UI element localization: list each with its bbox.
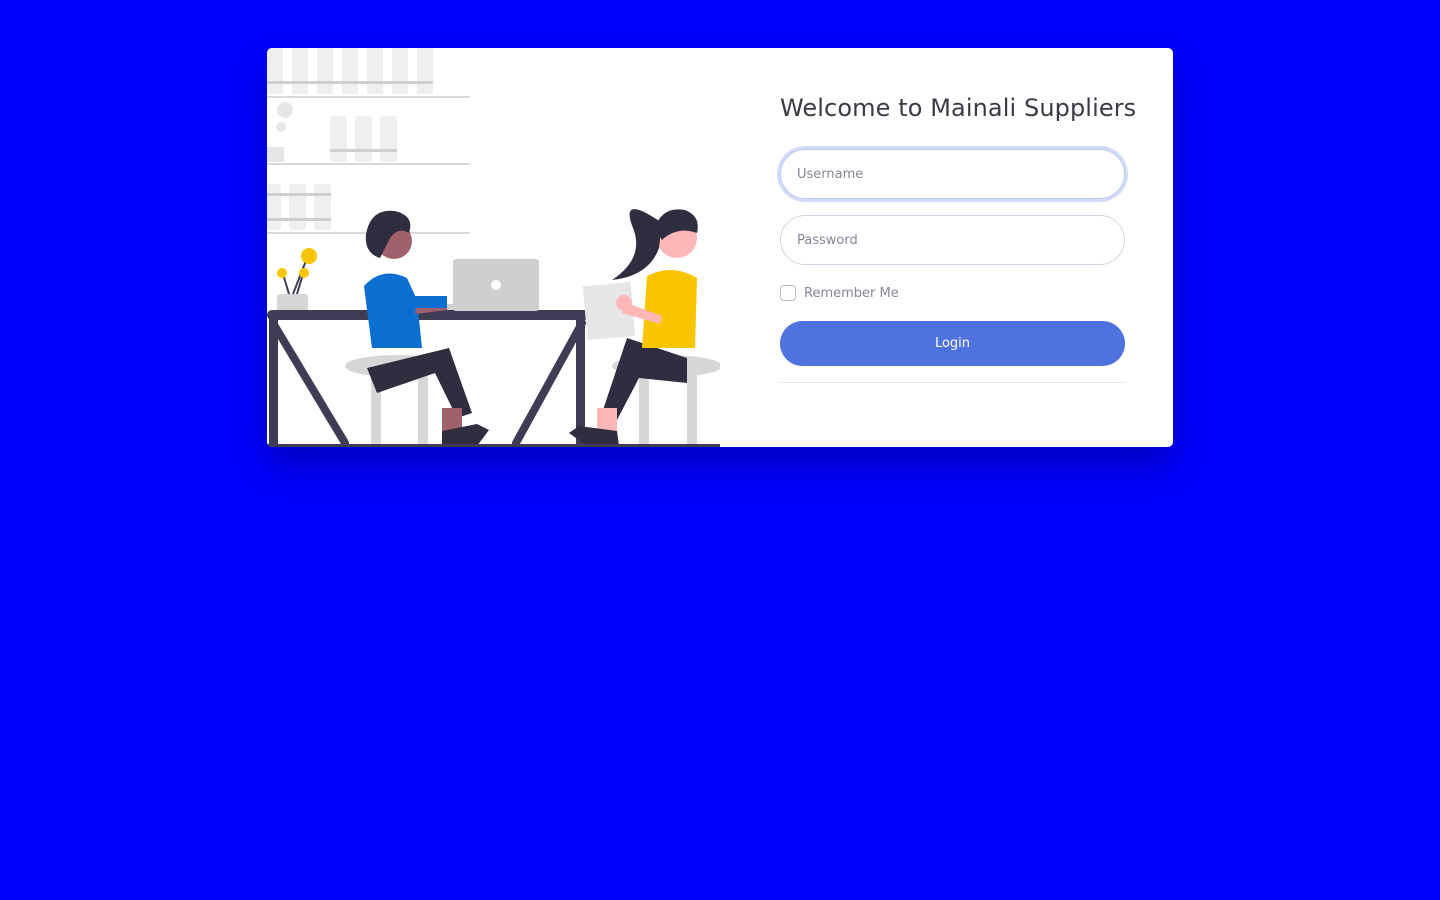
office-illustration: [267, 48, 720, 447]
remember-me-checkbox[interactable]: [780, 285, 796, 301]
login-button[interactable]: Login: [780, 321, 1125, 366]
login-form: Welcome to Mainali Suppliers Remember Me…: [780, 48, 1137, 383]
page-title: Welcome to Mainali Suppliers: [780, 94, 1137, 122]
password-input[interactable]: [780, 215, 1125, 265]
remember-me-label[interactable]: Remember Me: [804, 286, 899, 301]
shelves: [267, 48, 470, 234]
remember-me-row[interactable]: Remember Me: [780, 285, 1125, 301]
plant: [277, 248, 317, 312]
login-card: Welcome to Mainali Suppliers Remember Me…: [267, 48, 1173, 447]
username-input[interactable]: [780, 149, 1125, 199]
person-woman: [569, 209, 698, 446]
desk: [267, 310, 597, 447]
divider: [780, 382, 1125, 383]
